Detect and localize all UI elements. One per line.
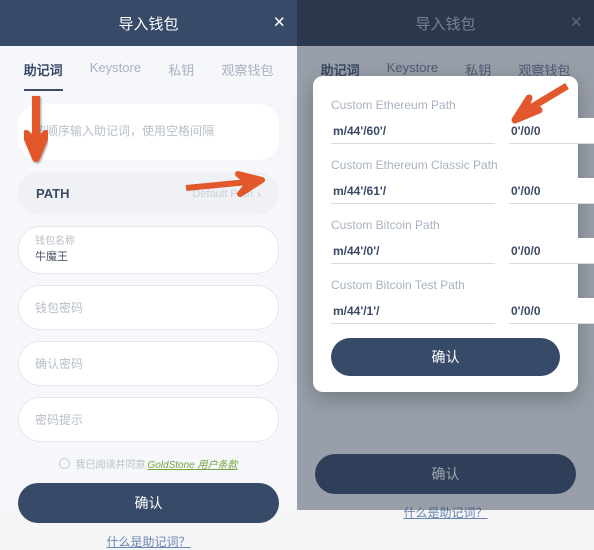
right-panel: 导入钱包 × 助记词 Keystore 私钥 观察钱包 确认 什么是助记词？ C… xyxy=(297,0,594,510)
path-input-row xyxy=(331,118,560,144)
header-title: 导入钱包 xyxy=(118,13,178,34)
wallet-password-label: 钱包密码 xyxy=(35,295,262,320)
path-input-row xyxy=(331,178,560,204)
path-value: Default Path › xyxy=(192,187,261,201)
close-icon[interactable]: × xyxy=(273,12,285,35)
modal-confirm-button[interactable]: 确认 xyxy=(331,338,560,376)
path-suffix-field[interactable] xyxy=(509,298,594,324)
path-heading: Custom Ethereum Classic Path xyxy=(331,158,560,172)
path-heading: Custom Bitcoin Path xyxy=(331,218,560,232)
footer-link[interactable]: 什么是助记词？ xyxy=(0,533,297,550)
path-prefix-field[interactable] xyxy=(331,178,495,204)
path-suffix-field[interactable] xyxy=(509,178,594,204)
wallet-password-field[interactable]: 钱包密码 xyxy=(18,285,279,330)
path-modal: Custom Ethereum Path Custom Ethereum Cla… xyxy=(313,76,578,392)
path-heading: Custom Ethereum Path xyxy=(331,98,560,112)
modal-confirm-label: 确认 xyxy=(432,347,460,367)
tab-mnemonic[interactable]: 助记词 xyxy=(24,60,63,91)
agree-row[interactable]: 我已阅读并同意 GoldStone 用户条款 xyxy=(18,456,279,471)
confirm-label: 确认 xyxy=(135,493,163,513)
wallet-name-field[interactable]: 钱包名称 牛魔王 xyxy=(18,226,279,274)
tab-watch[interactable]: 观察钱包 xyxy=(221,60,273,91)
path-prefix-field[interactable] xyxy=(331,238,495,264)
confirm-button[interactable]: 确认 xyxy=(18,483,279,523)
radio-icon[interactable] xyxy=(59,458,70,469)
mnemonic-input[interactable]: 按顺序输入助记词，使用空格间隔 xyxy=(18,104,279,160)
tabs: 助记词 Keystore 私钥 观察钱包 xyxy=(0,46,297,92)
password-hint-field[interactable]: 密码提示 xyxy=(18,397,279,442)
path-row[interactable]: PATH Default Path › xyxy=(18,172,279,215)
tab-keystore[interactable]: Keystore xyxy=(90,60,141,91)
path-suffix-field[interactable] xyxy=(509,118,594,144)
left-panel: 导入钱包 × 助记词 Keystore 私钥 观察钱包 按顺序输入助记词，使用空… xyxy=(0,0,297,510)
confirm-password-field[interactable]: 确认密码 xyxy=(18,341,279,386)
wallet-name-label: 钱包名称 xyxy=(35,236,262,248)
tab-privatekey[interactable]: 私钥 xyxy=(168,60,194,91)
confirm-password-label: 确认密码 xyxy=(35,351,262,376)
path-prefix-field[interactable] xyxy=(331,118,495,144)
password-hint-label: 密码提示 xyxy=(35,407,262,432)
chevron-right-icon: › xyxy=(257,187,261,201)
path-suffix-field[interactable] xyxy=(509,238,594,264)
path-prefix-field[interactable] xyxy=(331,298,495,324)
wallet-name-value: 牛魔王 xyxy=(35,248,262,264)
header: 导入钱包 × xyxy=(0,0,297,46)
path-heading: Custom Bitcoin Test Path xyxy=(331,278,560,292)
path-input-row xyxy=(331,238,560,264)
path-label: PATH xyxy=(36,186,69,201)
terms-link[interactable]: GoldStone 用户条款 xyxy=(147,456,237,471)
mnemonic-placeholder: 按顺序输入助记词，使用空格间隔 xyxy=(34,124,214,138)
agree-text: 我已阅读并同意 xyxy=(75,456,145,471)
path-input-row xyxy=(331,298,560,324)
content: 按顺序输入助记词，使用空格间隔 PATH Default Path › 钱包名称… xyxy=(0,92,297,471)
